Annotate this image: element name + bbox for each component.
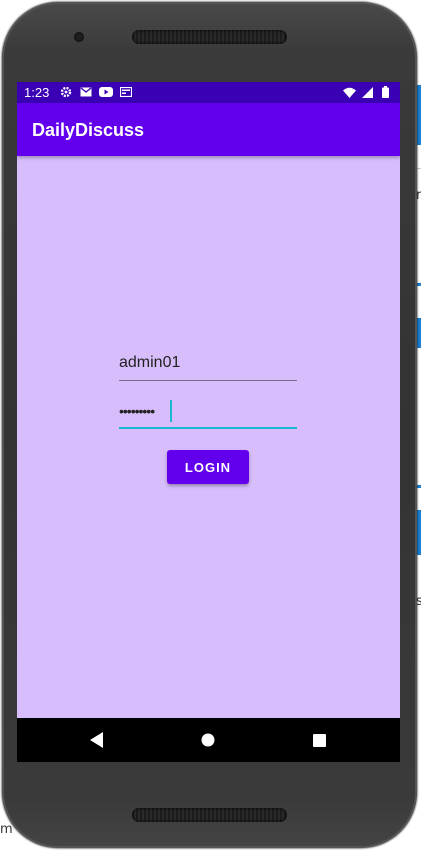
- app-bar: DailyDiscuss: [17, 103, 400, 156]
- status-notification-icons: [59, 85, 133, 99]
- gear-icon: [59, 85, 73, 99]
- app-title: DailyDiscuss: [32, 120, 145, 140]
- username-value: admin01: [119, 354, 181, 371]
- text-cursor: [170, 400, 172, 422]
- status-system-icons: [342, 85, 392, 99]
- app-screen: 1:23 DailyDiscuss admin01 ••••••••• LOGI…: [17, 82, 400, 762]
- background-window-edge: [417, 318, 421, 348]
- background-window-edge: [417, 510, 421, 555]
- mail-icon: [79, 85, 93, 99]
- background-divider: [417, 168, 421, 169]
- navigation-bar: [17, 718, 400, 762]
- status-time: 1:23: [24, 85, 50, 100]
- background-letter: m: [0, 822, 13, 837]
- home-icon[interactable]: [199, 731, 217, 749]
- password-underline: [119, 427, 297, 429]
- background-window-edge: [417, 85, 421, 145]
- card-icon: [119, 85, 133, 99]
- username-underline: [119, 380, 297, 381]
- back-icon[interactable]: [88, 731, 106, 749]
- top-speaker: [132, 30, 287, 44]
- background-window-edge: [417, 485, 421, 488]
- login-button[interactable]: LOGIN: [167, 450, 249, 484]
- wifi-icon: [342, 85, 356, 99]
- battery-icon: [378, 85, 392, 99]
- recents-icon[interactable]: [310, 731, 328, 749]
- camera-icon: [74, 32, 84, 42]
- bottom-speaker: [132, 808, 287, 822]
- youtube-icon: [99, 85, 113, 99]
- username-field[interactable]: admin01: [119, 347, 297, 381]
- status-bar: 1:23: [17, 82, 400, 103]
- signal-icon: [360, 85, 374, 99]
- password-field[interactable]: •••••••••: [119, 395, 297, 429]
- password-value: •••••••••: [119, 403, 155, 419]
- background-window-edge: [417, 283, 421, 286]
